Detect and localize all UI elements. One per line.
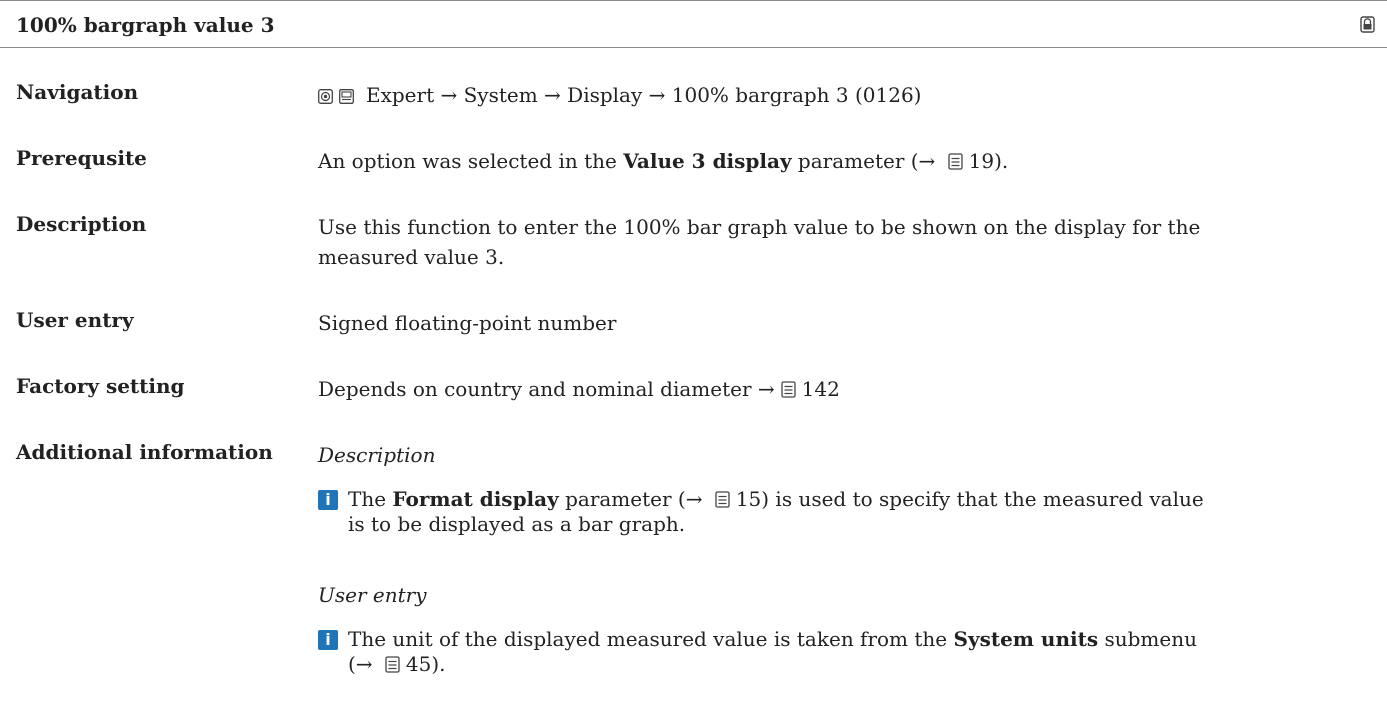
system-units-submenu: System units [953,627,1099,651]
prerequisite-label: Prerequsite [16,146,147,170]
description-line-2: measured value 3. [318,245,505,269]
page-ref-45[interactable]: 45 [406,652,431,676]
page-ref-19[interactable]: 19 [969,149,994,173]
factory-setting-text: Depends on country and nominal diameter … [318,377,775,401]
user-entry-value: Signed floating-point number [318,311,617,335]
display-module-icon [318,89,333,104]
note2-text-4: ). [431,652,446,676]
format-display-param: Format display [392,487,559,511]
operating-tool-icon [339,89,354,104]
description-line-1: Use this function to enter the 100% bar … [318,215,1201,239]
note1-text-3: ) is used to specify that the measured v… [761,487,1204,511]
prerequisite-text-end: ). [994,149,1009,173]
page-title: 100% bargraph value 3 [16,13,275,37]
description-label: Description [16,212,147,236]
note2-text-2: submenu [1098,627,1197,651]
book-icon [715,491,730,508]
book-icon [780,381,796,398]
page-ref-15[interactable]: 15 [736,487,761,511]
info-note-format-display: The Format display parameter (→ 15) is u… [348,487,1368,537]
lock-icon [1360,16,1375,33]
info-icon: i [318,630,338,650]
description-content: Use this function to enter the 100% bar … [318,212,1368,272]
navigation-label: Navigation [16,80,139,104]
note2-text: The unit of the displayed measured value… [348,627,954,651]
value3-display-param: Value 3 display [623,149,792,173]
additional-section-description: Description [318,443,436,467]
user-entry-label: User entry [16,308,134,332]
navigation-content: Expert → System → Display → 100% bargrap… [318,80,1368,110]
info-icon: i [318,490,338,510]
page-ref-142[interactable]: 142 [802,377,840,401]
prerequisite-text: An option was selected in the [318,149,624,173]
prerequisite-text-2: parameter (→ [791,149,942,173]
factory-setting-label: Factory setting [16,374,185,398]
navigation-path: Expert → System → Display → 100% bargrap… [366,83,922,107]
prerequisite-content: An option was selected in the Value 3 di… [318,146,1368,176]
note1-text-2: parameter (→ [558,487,709,511]
page-header: 100% bargraph value 3 [0,0,1387,48]
factory-setting-content: Depends on country and nominal diameter … [318,374,1368,404]
additional-section-user-entry: User entry [318,583,427,607]
book-icon [948,153,963,170]
note1-text: The [348,487,393,511]
note2-text-3: (→ [348,652,379,676]
info-note-system-units: The unit of the displayed measured value… [348,627,1368,677]
additional-info-label: Additional information [16,440,273,464]
book-icon [385,656,400,673]
note1-line-2: is to be displayed as a bar graph. [348,512,686,536]
